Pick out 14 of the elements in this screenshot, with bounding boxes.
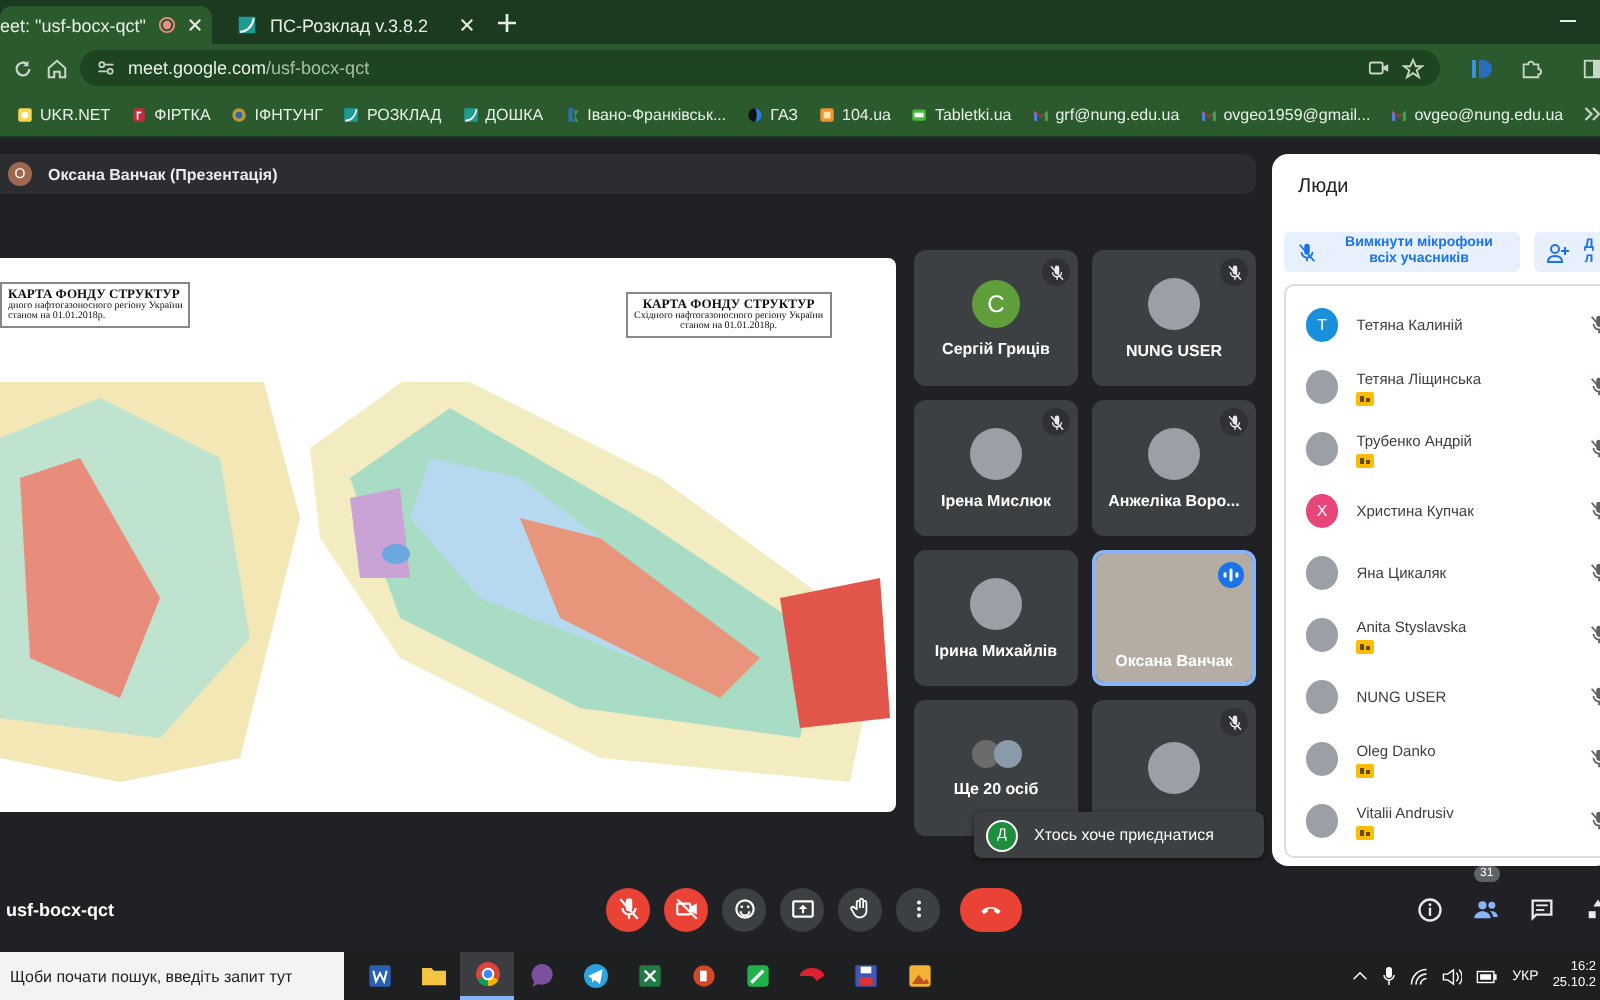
participant-name: Ще 20 осіб [953,779,1039,797]
participant-name: NUNG USER [1125,341,1222,359]
participant-avatar: С [972,279,1020,327]
participant-name: Сергій Гриців [942,339,1050,357]
participant-avatar: Х [1306,494,1339,528]
participant-name: Оксана Ванчак [1115,652,1233,670]
participant-name: Анжеліка Воро... [1108,491,1240,509]
panel-title: Люди [1296,174,1351,202]
participant-name: Ірина Михайлів [934,641,1058,659]
presenter-label: Оксана Ванчак (Презентація) [48,165,278,183]
url-text: meet.google.com/usf-bocx-qct [128,58,372,78]
participant-name: Ірена Мислюк [940,491,1051,509]
meeting-code: usf-bocx-qct [4,899,116,919]
participant-avatar: Т [1306,308,1339,342]
